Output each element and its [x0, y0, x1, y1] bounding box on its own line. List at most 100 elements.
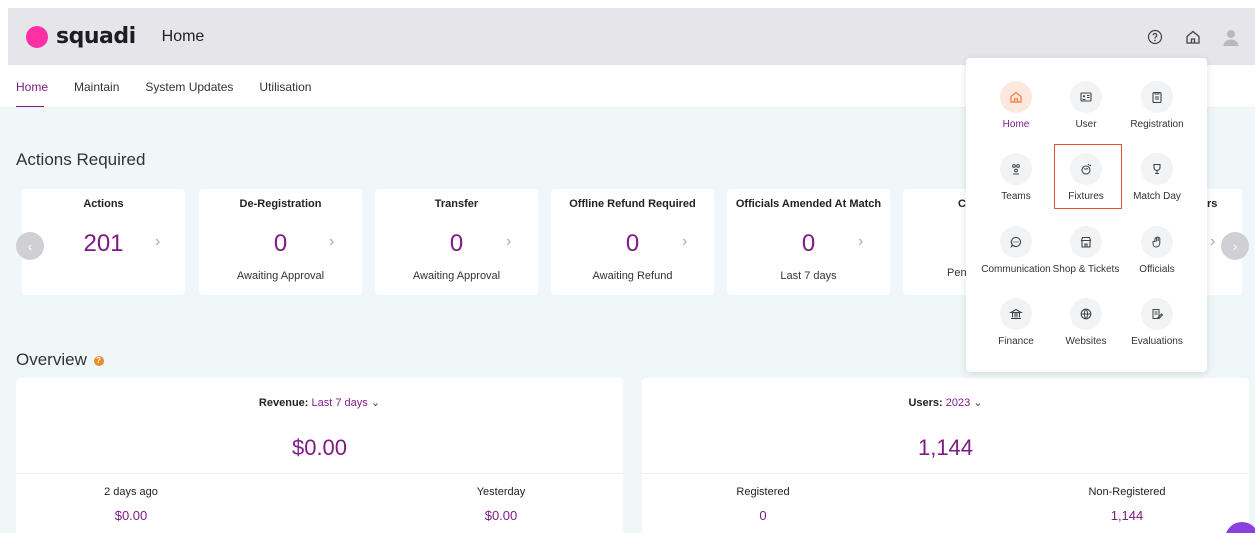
- menu-label: Registration: [1130, 119, 1184, 130]
- panel-divider: [642, 473, 1249, 474]
- logo-mark-icon: [26, 25, 48, 48]
- tab-maintain[interactable]: Maintain: [74, 80, 119, 108]
- users-header: Users: 2023 ⌄: [642, 396, 1249, 409]
- users-stat-label-1: Registered: [736, 486, 790, 498]
- card-subtitle: Awaiting Refund: [592, 270, 673, 282]
- menu-label: Officials: [1139, 264, 1175, 275]
- fixtures-highlight-box: [1054, 144, 1122, 209]
- users-stat-label-2: Non-Registered: [1088, 486, 1166, 498]
- globe-icon: [1070, 298, 1102, 330]
- revenue-stat-label-1: 2 days ago: [104, 486, 158, 498]
- menu-label: Match Day: [1133, 191, 1181, 202]
- chevron-right-icon: ›: [858, 233, 864, 250]
- help-circle-icon[interactable]: [1145, 27, 1165, 47]
- bank-icon: [1000, 298, 1032, 330]
- shop-icon: [1070, 226, 1102, 258]
- panel-divider: [16, 473, 623, 474]
- app-menu-item-finance[interactable]: Finance: [980, 298, 1052, 347]
- revenue-label: Revenue:: [258, 397, 309, 409]
- card-value: 0: [625, 230, 640, 257]
- menu-label: Finance: [998, 336, 1034, 347]
- card-title: Offline Refund Required: [569, 198, 696, 210]
- chevron-right-icon: ›: [329, 233, 335, 250]
- revenue-period-select[interactable]: Last 7 days: [312, 397, 368, 409]
- menu-label: Teams: [1001, 191, 1031, 202]
- help-icon[interactable]: ?: [93, 355, 104, 366]
- menu-label: Home: [1002, 119, 1030, 130]
- team-icon: [1000, 153, 1032, 185]
- action-card-transfer[interactable]: Transfer 0 › Awaiting Approval: [375, 189, 538, 295]
- scroll-left-button[interactable]: ‹: [16, 232, 44, 260]
- revenue-stat-label-2: Yesterday: [476, 486, 526, 498]
- trophy-icon: [1141, 153, 1173, 185]
- revenue-panel: Revenue: Last 7 days ⌄ $0.00 2 days ago …: [16, 378, 623, 533]
- menu-label: Evaluations: [1131, 336, 1183, 347]
- chevron-right-icon: ›: [1232, 238, 1238, 254]
- logo-text: squadi: [56, 24, 136, 49]
- tab-home[interactable]: Home: [16, 80, 48, 108]
- revenue-stat-value-2: $0.00: [484, 508, 518, 523]
- id-card-icon: [1070, 81, 1102, 113]
- app-menu-item-communication[interactable]: Communication: [980, 226, 1052, 275]
- app-menu-item-registration[interactable]: Registration: [1121, 81, 1193, 130]
- hand-icon: [1141, 226, 1173, 258]
- tab-system-updates[interactable]: System Updates: [145, 80, 233, 108]
- chevron-right-icon: ›: [1210, 233, 1216, 250]
- users-stat-value-1: 0: [759, 508, 767, 523]
- card-subtitle: Awaiting Approval: [412, 270, 501, 282]
- page-title: Home: [161, 27, 205, 45]
- app-menu-item-home[interactable]: Home: [980, 81, 1052, 130]
- overview-heading-text: Overview: [16, 350, 87, 369]
- card-subtitle: Awaiting Approval: [236, 270, 325, 282]
- app-menu-item-websites[interactable]: Websites: [1050, 298, 1122, 347]
- menu-label: User: [1075, 119, 1097, 130]
- app-menu-item-match-day[interactable]: Match Day: [1121, 153, 1193, 202]
- users-panel: Users: 2023 ⌄ 1,144 Registered 0 Non-Reg…: [642, 378, 1249, 533]
- card-value: 0: [273, 230, 288, 257]
- edit-note-icon: [1141, 298, 1173, 330]
- users-stat-value-2: 1,144: [1110, 508, 1144, 523]
- scroll-right-button[interactable]: ›: [1221, 232, 1249, 260]
- card-title: Officials Amended At Match: [735, 198, 882, 210]
- home-icon: [1000, 81, 1032, 113]
- chevron-left-icon: ‹: [27, 238, 33, 254]
- chevron-down-icon: ⌄: [973, 397, 983, 409]
- users-period-select[interactable]: 2023: [946, 397, 970, 409]
- revenue-stat-value-1: $0.00: [114, 508, 148, 523]
- home-icon[interactable]: [1183, 27, 1203, 47]
- top-header: squadi Home: [8, 8, 1255, 65]
- card-title: Actions: [83, 198, 124, 210]
- app-menu-item-shop-tickets[interactable]: Shop & Tickets: [1050, 226, 1122, 275]
- actions-required-heading: Actions Required: [16, 150, 146, 169]
- action-card-offline-refund[interactable]: Offline Refund Required 0 › Awaiting Ref…: [551, 189, 714, 295]
- chevron-down-icon: ⌄: [370, 397, 381, 409]
- menu-label: Shop & Tickets: [1052, 264, 1120, 275]
- menu-label: Websites: [1065, 336, 1107, 347]
- card-value: 201: [83, 230, 124, 257]
- main-nav-tabs: Home Maintain System Updates Utilisation: [16, 80, 311, 108]
- card-subtitle: Last 7 days: [780, 270, 837, 282]
- card-title: Transfer: [434, 198, 479, 210]
- users-total: 1,144: [917, 435, 974, 460]
- chat-bubble-icon: [1000, 226, 1032, 258]
- tab-utilisation[interactable]: Utilisation: [259, 80, 311, 108]
- card-value: 0: [449, 230, 464, 257]
- squadi-logo[interactable]: squadi: [26, 24, 136, 49]
- app-menu-item-user[interactable]: User: [1050, 81, 1122, 130]
- chevron-right-icon: ›: [506, 233, 512, 250]
- user-avatar-icon[interactable]: [1221, 27, 1241, 47]
- app-menu-item-teams[interactable]: Teams: [980, 153, 1052, 202]
- action-card-actions[interactable]: Actions 201 ›: [22, 189, 185, 295]
- overview-heading: Overview ?: [16, 350, 104, 370]
- clipboard-icon: [1141, 81, 1173, 113]
- chevron-right-icon: ›: [682, 233, 688, 250]
- app-menu-dropdown: Home User Registration Teams Fixtures Ma…: [966, 58, 1207, 372]
- chevron-right-icon: ›: [155, 233, 161, 250]
- revenue-header: Revenue: Last 7 days ⌄: [16, 396, 623, 409]
- app-menu-item-officials[interactable]: Officials: [1121, 226, 1193, 275]
- app-menu-item-evaluations[interactable]: Evaluations: [1121, 298, 1193, 347]
- action-card-officials-amended[interactable]: Officials Amended At Match 0 › Last 7 da…: [727, 189, 890, 295]
- card-value: 0: [801, 230, 816, 257]
- revenue-total: $0.00: [291, 435, 348, 460]
- action-card-de-registration[interactable]: De-Registration 0 › Awaiting Approval: [199, 189, 362, 295]
